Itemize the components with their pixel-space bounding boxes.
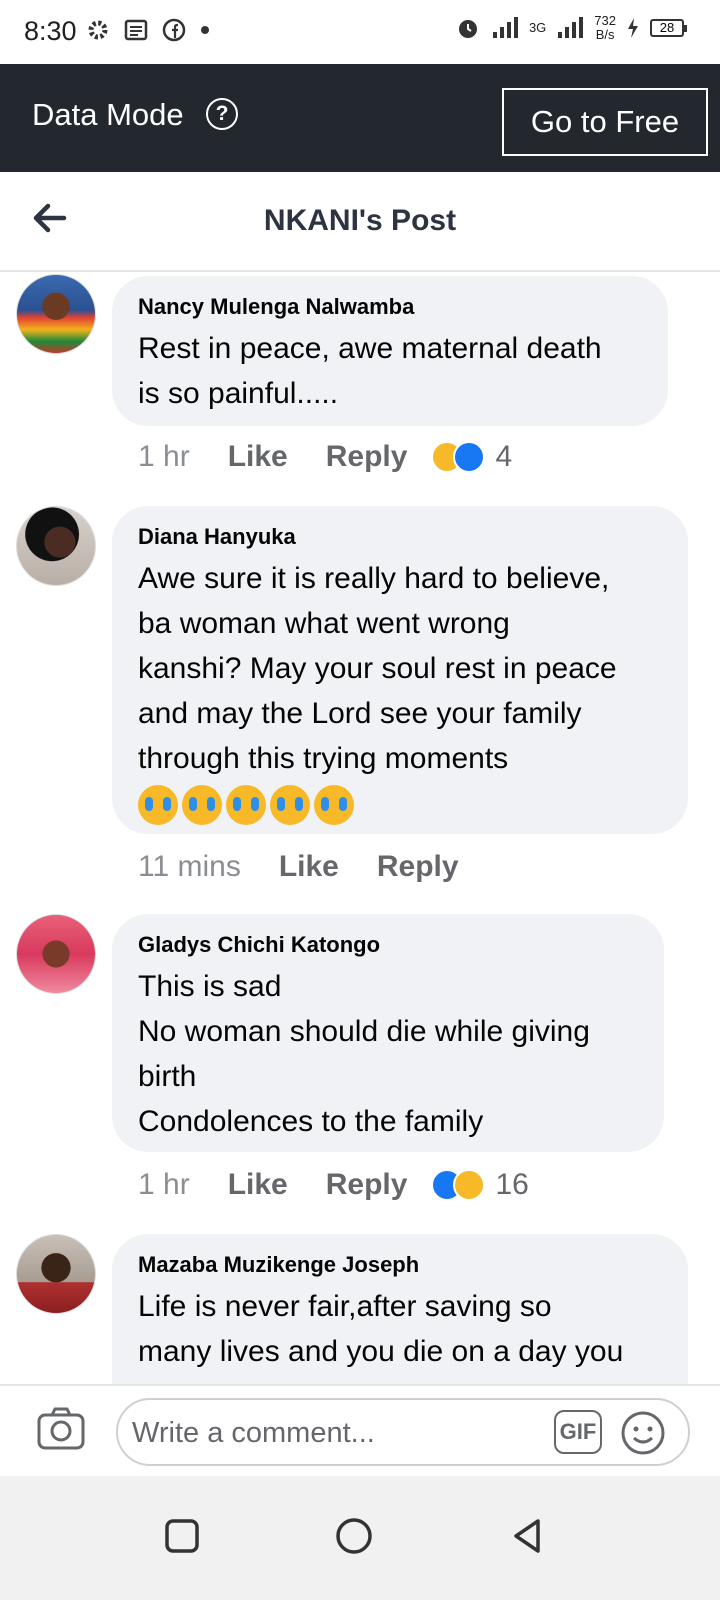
crying-emoji-row bbox=[138, 785, 662, 825]
comment-bubble[interactable]: Mazaba Muzikenge Joseph Life is never fa… bbox=[112, 1234, 688, 1384]
like-button[interactable]: Like bbox=[279, 850, 339, 884]
comment-text: Life is never fair,after saving so many … bbox=[138, 1290, 624, 1368]
crying-emoji-icon bbox=[270, 785, 310, 825]
comment-actions: 11 mins Like Reply bbox=[138, 850, 497, 884]
avatar[interactable] bbox=[16, 1234, 96, 1314]
comment-bubble[interactable]: Gladys Chichi Katongo This is sad No wom… bbox=[112, 914, 664, 1152]
comment-author[interactable]: Diana Hanyuka bbox=[138, 524, 662, 550]
settings-icon bbox=[88, 20, 108, 40]
page-title: NKANI's Post bbox=[263, 204, 457, 237]
comment-text: Rest in peace, awe maternal death is so … bbox=[138, 332, 602, 410]
battery-indicator: 28 bbox=[650, 19, 687, 37]
comment-item: Mazaba Muzikenge Joseph Life is never fa… bbox=[0, 1232, 720, 1384]
network-speed: 732 B/s bbox=[594, 13, 616, 42]
network-type: 3G bbox=[528, 20, 547, 35]
sad-reaction-icon bbox=[453, 1169, 486, 1201]
recent-apps-icon[interactable] bbox=[162, 1516, 202, 1556]
comment-time[interactable]: 11 mins bbox=[138, 850, 241, 884]
comment-input-placeholder: Write a comment... bbox=[132, 1417, 375, 1449]
comment-time[interactable]: 1 hr bbox=[138, 1168, 190, 1202]
status-time: 8:30 bbox=[24, 16, 77, 46]
reply-button[interactable]: Reply bbox=[326, 1168, 408, 1202]
data-mode-label: Data Mode bbox=[32, 97, 184, 132]
comment-time[interactable]: 1 hr bbox=[138, 440, 190, 474]
crying-emoji-icon bbox=[226, 785, 266, 825]
comment-actions: 1 hr Like Reply 4 bbox=[138, 440, 512, 474]
reply-button[interactable]: Reply bbox=[326, 440, 408, 474]
comment-author[interactable]: Gladys Chichi Katongo bbox=[138, 932, 638, 958]
status-bar: 8:30 3G 732 B/s 28 bbox=[0, 0, 720, 64]
comment-bubble[interactable]: Diana Hanyuka Awe sure it is really hard… bbox=[112, 506, 688, 834]
gif-button[interactable]: GIF bbox=[554, 1410, 602, 1454]
home-icon[interactable] bbox=[334, 1516, 374, 1556]
comment-author[interactable]: Nancy Mulenga Nalwamba bbox=[138, 294, 642, 320]
charging-icon bbox=[628, 18, 638, 38]
facebook-icon bbox=[162, 18, 186, 42]
post-header: NKANI's Post bbox=[0, 172, 720, 272]
emoji-icon[interactable] bbox=[620, 1410, 666, 1456]
reaction-count: 4 bbox=[495, 440, 513, 473]
signal-icon bbox=[492, 17, 518, 38]
news-icon bbox=[124, 19, 148, 41]
like-button[interactable]: Like bbox=[228, 440, 288, 474]
crying-emoji-icon bbox=[138, 785, 178, 825]
like-reaction-icon bbox=[453, 441, 486, 473]
comment-input[interactable]: Write a comment... GIF bbox=[116, 1398, 690, 1466]
dot-icon bbox=[201, 26, 209, 34]
comment-bubble[interactable]: Nancy Mulenga Nalwamba Rest in peace, aw… bbox=[112, 276, 668, 426]
like-button[interactable]: Like bbox=[228, 1168, 288, 1202]
reply-button[interactable]: Reply bbox=[377, 850, 459, 884]
avatar[interactable] bbox=[16, 914, 96, 994]
camera-icon[interactable] bbox=[36, 1406, 86, 1452]
avatar[interactable] bbox=[16, 274, 96, 354]
go-to-free-button[interactable]: Go to Free bbox=[502, 88, 708, 156]
reaction-count: 16 bbox=[495, 1168, 529, 1201]
help-icon[interactable]: ? bbox=[206, 98, 238, 130]
crying-emoji-icon bbox=[314, 785, 354, 825]
alarm-icon bbox=[458, 20, 477, 38]
comment-text: This is sad No woman should die while gi… bbox=[138, 970, 590, 1138]
data-mode-bar: Data Mode ? Go to Free bbox=[0, 64, 720, 172]
signal-2-icon bbox=[558, 17, 584, 38]
comment-actions: 1 hr Like Reply 16 bbox=[138, 1168, 529, 1202]
avatar[interactable] bbox=[16, 506, 96, 586]
crying-emoji-icon bbox=[182, 785, 222, 825]
comment-composer: Write a comment... GIF bbox=[0, 1384, 720, 1476]
reactions[interactable]: 16 bbox=[431, 1168, 529, 1202]
comment-text: Awe sure it is really hard to believe, b… bbox=[138, 562, 617, 775]
comment-author[interactable]: Mazaba Muzikenge Joseph bbox=[138, 1252, 662, 1278]
reactions[interactable]: 4 bbox=[431, 440, 512, 474]
system-nav-bar bbox=[0, 1476, 720, 1600]
back-nav-icon[interactable] bbox=[508, 1516, 548, 1556]
